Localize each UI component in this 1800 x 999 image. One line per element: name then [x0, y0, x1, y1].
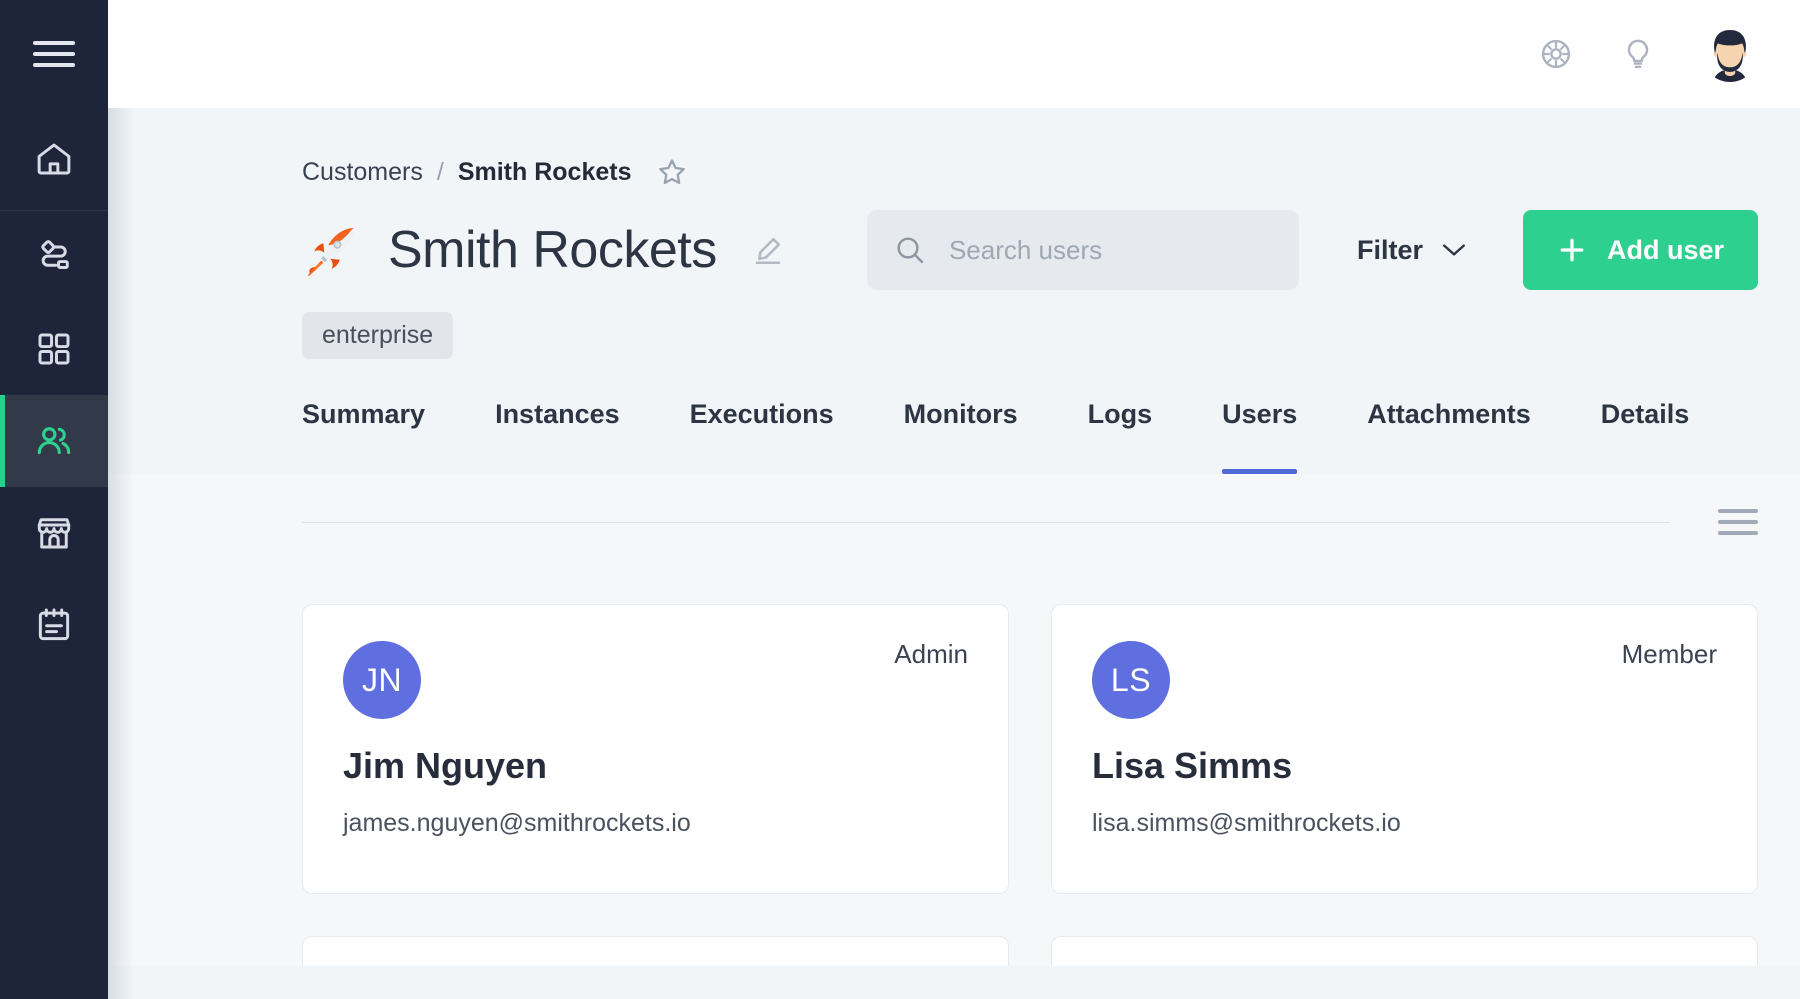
app-root: Customers / Smith Rockets Smith Rockets … — [0, 0, 1800, 999]
primary-sidebar — [0, 0, 108, 999]
sidebar-item-apps[interactable] — [0, 303, 108, 395]
content-area: Customers / Smith Rockets Smith Rockets … — [108, 108, 1800, 999]
add-user-label: Add user — [1606, 234, 1724, 265]
breadcrumb-parent[interactable]: Customers — [302, 158, 423, 187]
users-list-area: Admin JN Jim Nguyen james.nguyen@smithro… — [108, 474, 1800, 966]
sidebar-item-home[interactable] — [0, 108, 108, 210]
clipboard-icon — [33, 604, 75, 646]
list-toolbar — [302, 474, 1758, 570]
pencil-icon[interactable] — [751, 233, 785, 267]
grid-icon — [33, 328, 75, 370]
tab-users[interactable]: Users — [1222, 399, 1298, 474]
user-role: Member — [1621, 639, 1717, 669]
breadcrumb: Customers / Smith Rockets — [108, 108, 1800, 188]
tab-instances[interactable]: Instances — [495, 399, 620, 474]
topbar — [108, 0, 1800, 108]
user-card[interactable]: Admin JN Jim Nguyen james.nguyen@smithro… — [302, 604, 1009, 894]
user-card-grid-next-row — [302, 894, 1758, 966]
sidebar-item-notes[interactable] — [0, 579, 108, 671]
user-email: lisa.simms@smithrockets.io — [1092, 809, 1401, 837]
filter-dropdown[interactable]: Filter — [1357, 235, 1467, 266]
badge-row: enterprise — [108, 290, 1800, 359]
tab-summary[interactable]: Summary — [302, 399, 425, 474]
breadcrumb-current: Smith Rockets — [457, 157, 632, 186]
home-icon — [33, 138, 75, 180]
topbar-actions — [1538, 26, 1758, 82]
sidebar-item-customers[interactable] — [0, 395, 108, 487]
lightbulb-icon[interactable] — [1620, 36, 1656, 72]
store-icon — [33, 512, 75, 554]
tab-attachments[interactable]: Attachments — [1367, 399, 1531, 474]
user-card[interactable] — [1051, 936, 1758, 966]
user-role: Admin — [894, 639, 968, 669]
chevron-down-icon — [1441, 242, 1467, 258]
tab-bar: Summary Instances Executions Monitors Lo… — [108, 359, 1800, 474]
page-title: Smith Rockets — [388, 221, 717, 279]
search-input[interactable] — [948, 234, 1273, 266]
toolbar-divider — [302, 521, 1670, 523]
star-icon[interactable] — [656, 156, 688, 188]
user-card[interactable]: Member LS Lisa Simms lisa.simms@smithroc… — [1051, 604, 1758, 894]
tab-executions[interactable]: Executions — [690, 399, 834, 474]
user-name: Jim Nguyen — [343, 745, 548, 786]
filter-label: Filter — [1356, 234, 1423, 265]
user-card-grid: Admin JN Jim Nguyen james.nguyen@smithro… — [302, 570, 1758, 894]
avatar: JN — [343, 641, 421, 719]
hamburger-icon — [33, 41, 75, 67]
workflow-icon — [33, 236, 75, 278]
breadcrumb-separator: / — [436, 157, 444, 186]
user-avatar[interactable] — [1702, 26, 1758, 82]
main-column: Customers / Smith Rockets Smith Rockets … — [108, 0, 1800, 999]
tab-monitors[interactable]: Monitors — [904, 399, 1018, 474]
avatar: LS — [1092, 641, 1170, 719]
list-view-icon[interactable] — [1718, 509, 1758, 535]
help-wheel-icon[interactable] — [1538, 36, 1574, 72]
plus-icon — [1557, 235, 1587, 265]
page-header: Customers / Smith Rockets Smith Rockets … — [108, 108, 1800, 474]
tab-logs[interactable]: Logs — [1088, 399, 1153, 474]
user-name: Lisa Simms — [1092, 745, 1293, 786]
sidebar-item-marketplace[interactable] — [0, 487, 108, 579]
sidebar-item-workflows[interactable] — [0, 211, 108, 303]
title-row: Smith Rockets Search users Filter Add us… — [108, 188, 1800, 290]
users-icon — [33, 420, 75, 462]
user-card[interactable] — [302, 936, 1009, 966]
user-email: james.nguyen@smithrockets.io — [343, 809, 691, 837]
add-user-button[interactable]: Add user — [1522, 210, 1758, 290]
tab-details[interactable]: Details — [1601, 399, 1690, 474]
status-badge: enterprise — [302, 312, 454, 359]
search-icon — [893, 233, 927, 267]
header-actions: Filter — [866, 210, 1758, 290]
rocket-icon — [307, 228, 354, 277]
search-box[interactable] — [866, 210, 1299, 290]
sidebar-item-menu-toggle[interactable] — [0, 0, 108, 108]
